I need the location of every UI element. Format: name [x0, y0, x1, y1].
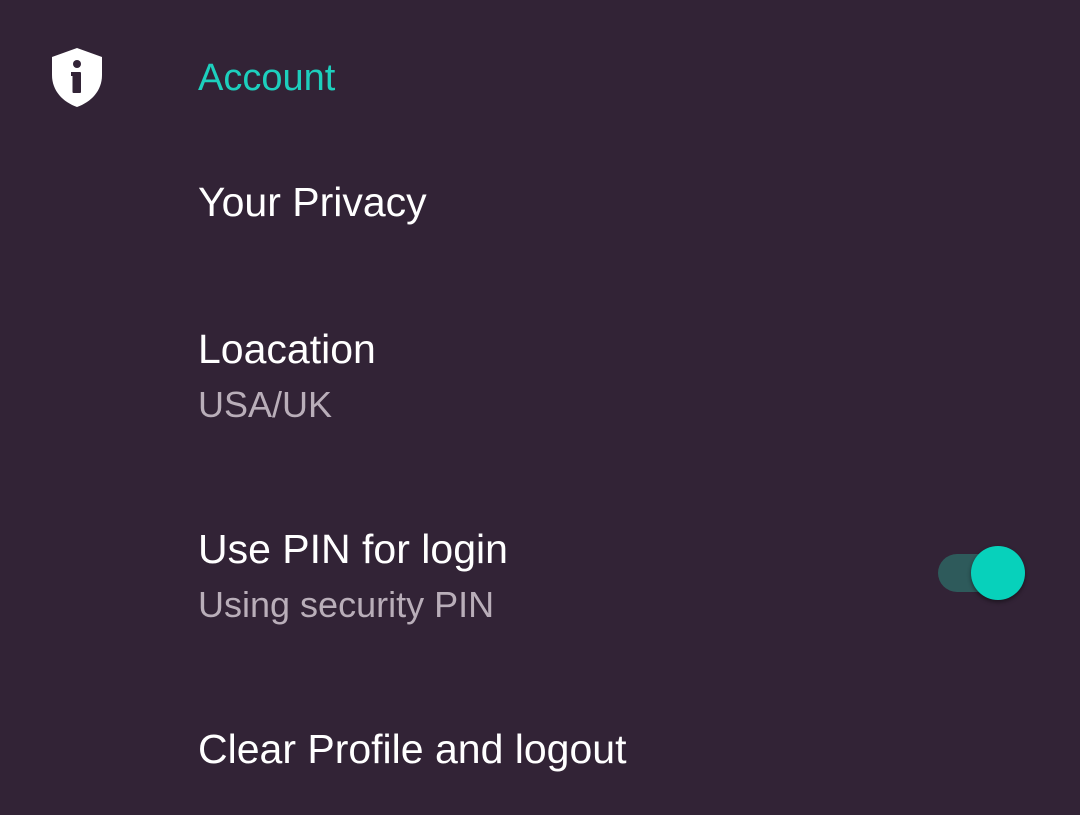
pref-location[interactable]: Loacation USA/UK — [0, 300, 1080, 450]
shield-info-icon — [50, 46, 104, 108]
pref-summary: Using security PIN — [198, 584, 495, 625]
pref-use-pin-login[interactable]: Use PIN for login Using security PIN — [0, 500, 1080, 650]
toggle-thumb — [971, 546, 1025, 600]
section-title-account: Account — [198, 57, 336, 99]
pref-clear-profile-logout[interactable]: Clear Profile and logout — [0, 700, 1080, 810]
pin-login-toggle[interactable] — [938, 546, 1030, 600]
pref-title: Loacation — [198, 326, 376, 372]
pref-your-privacy[interactable]: Your Privacy — [0, 150, 1080, 260]
pref-summary: USA/UK — [198, 384, 333, 425]
pref-title: Your Privacy — [198, 179, 427, 225]
settings-screen: Account Your Privacy Loacation USA/UK Us… — [0, 0, 1080, 815]
pref-title: Use PIN for login — [198, 526, 508, 572]
pref-title: Clear Profile and logout — [198, 726, 627, 772]
